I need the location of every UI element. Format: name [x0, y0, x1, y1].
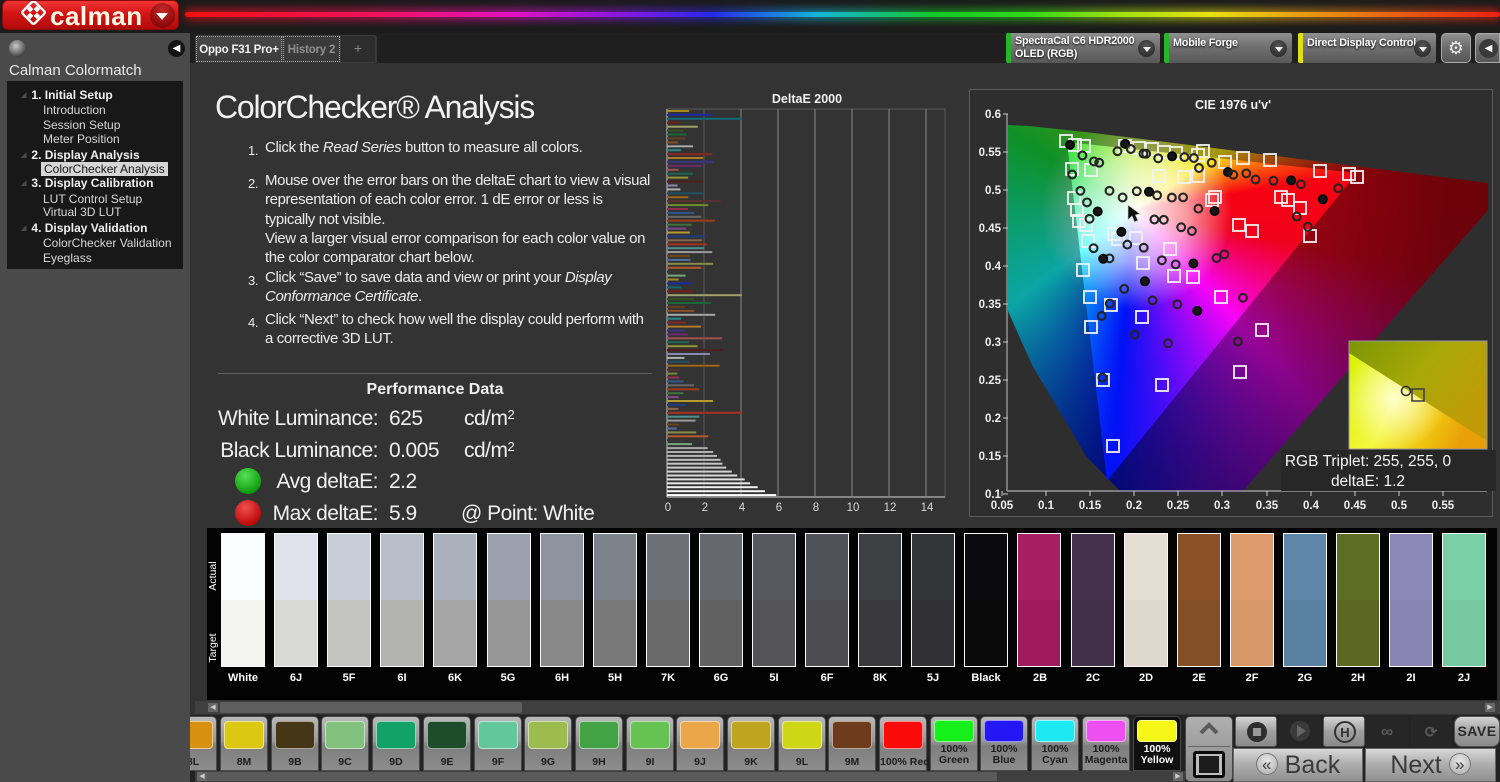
svg-text:H: H: [1340, 725, 1349, 740]
svg-text:0.15: 0.15: [1079, 500, 1102, 512]
svg-text:0.2: 0.2: [985, 413, 1001, 425]
svg-text:0.4: 0.4: [985, 261, 1002, 273]
svg-text:RGB Triplet: 255, 255, 0: RGB Triplet: 255, 255, 0: [1285, 453, 1452, 470]
svg-text:0.35: 0.35: [979, 299, 1002, 311]
svg-text:0.2: 0.2: [1126, 500, 1142, 512]
svg-text:0.55: 0.55: [979, 147, 1002, 159]
svg-text:0.5: 0.5: [1391, 500, 1408, 512]
svg-text:0.45: 0.45: [1344, 500, 1367, 512]
svg-text:∞: ∞: [1381, 722, 1393, 741]
svg-text:0.3: 0.3: [1214, 500, 1230, 512]
svg-text:⟳: ⟳: [1425, 724, 1438, 741]
svg-text:CIE 1976 u'v': CIE 1976 u'v': [1195, 98, 1271, 112]
svg-text:0.35: 0.35: [1256, 500, 1279, 512]
svg-text:0.3: 0.3: [985, 337, 1001, 349]
svg-text:0.15: 0.15: [979, 451, 1002, 463]
svg-text:0.25: 0.25: [1167, 500, 1190, 512]
svg-text:0.4: 0.4: [1303, 500, 1320, 512]
svg-text:0.25: 0.25: [979, 375, 1002, 387]
svg-text:0.6: 0.6: [985, 109, 1001, 121]
svg-text:0.55: 0.55: [1432, 500, 1455, 512]
svg-text:0.05: 0.05: [991, 500, 1014, 512]
svg-text:0.45: 0.45: [979, 223, 1002, 235]
svg-text:deltaE: 1.2: deltaE: 1.2: [1331, 473, 1405, 490]
svg-text:0.1: 0.1: [1038, 500, 1055, 512]
svg-text:0.5: 0.5: [985, 185, 1002, 197]
